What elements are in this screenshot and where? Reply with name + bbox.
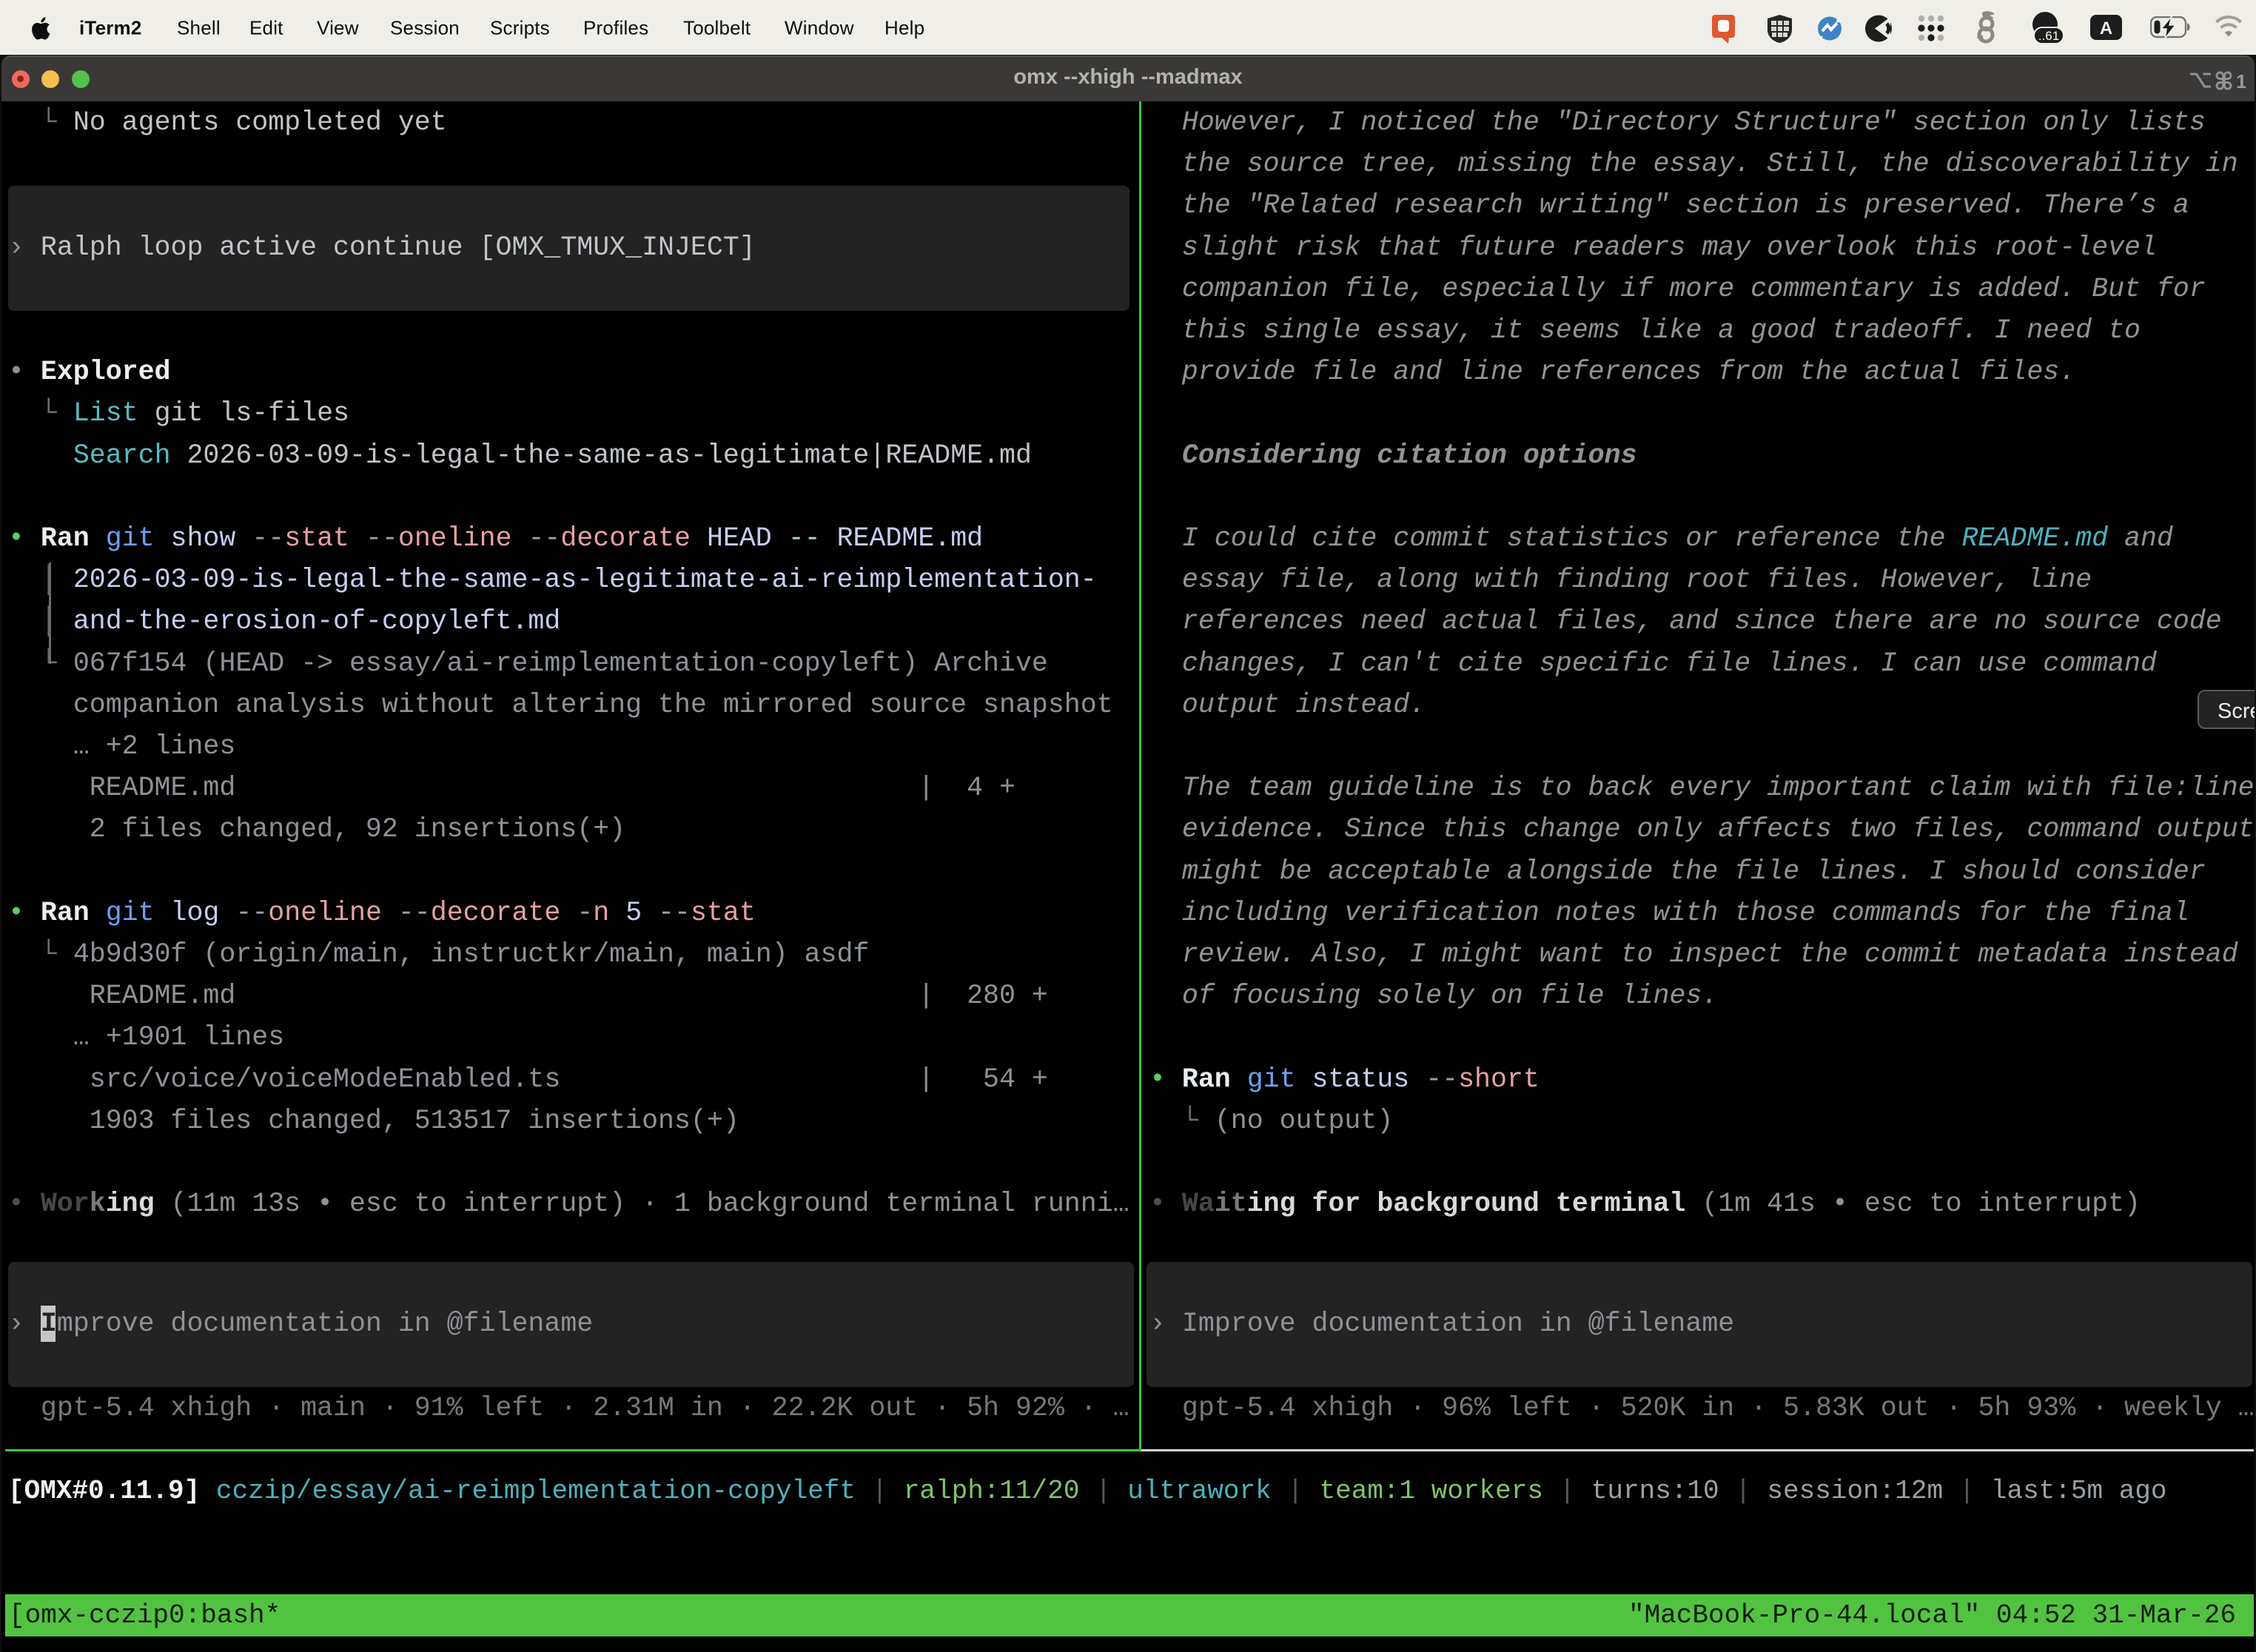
svg-text:A: A bbox=[2100, 19, 2112, 38]
svg-text:..61: ..61 bbox=[2038, 29, 2059, 43]
svg-text:1: 1 bbox=[2236, 70, 2246, 91]
